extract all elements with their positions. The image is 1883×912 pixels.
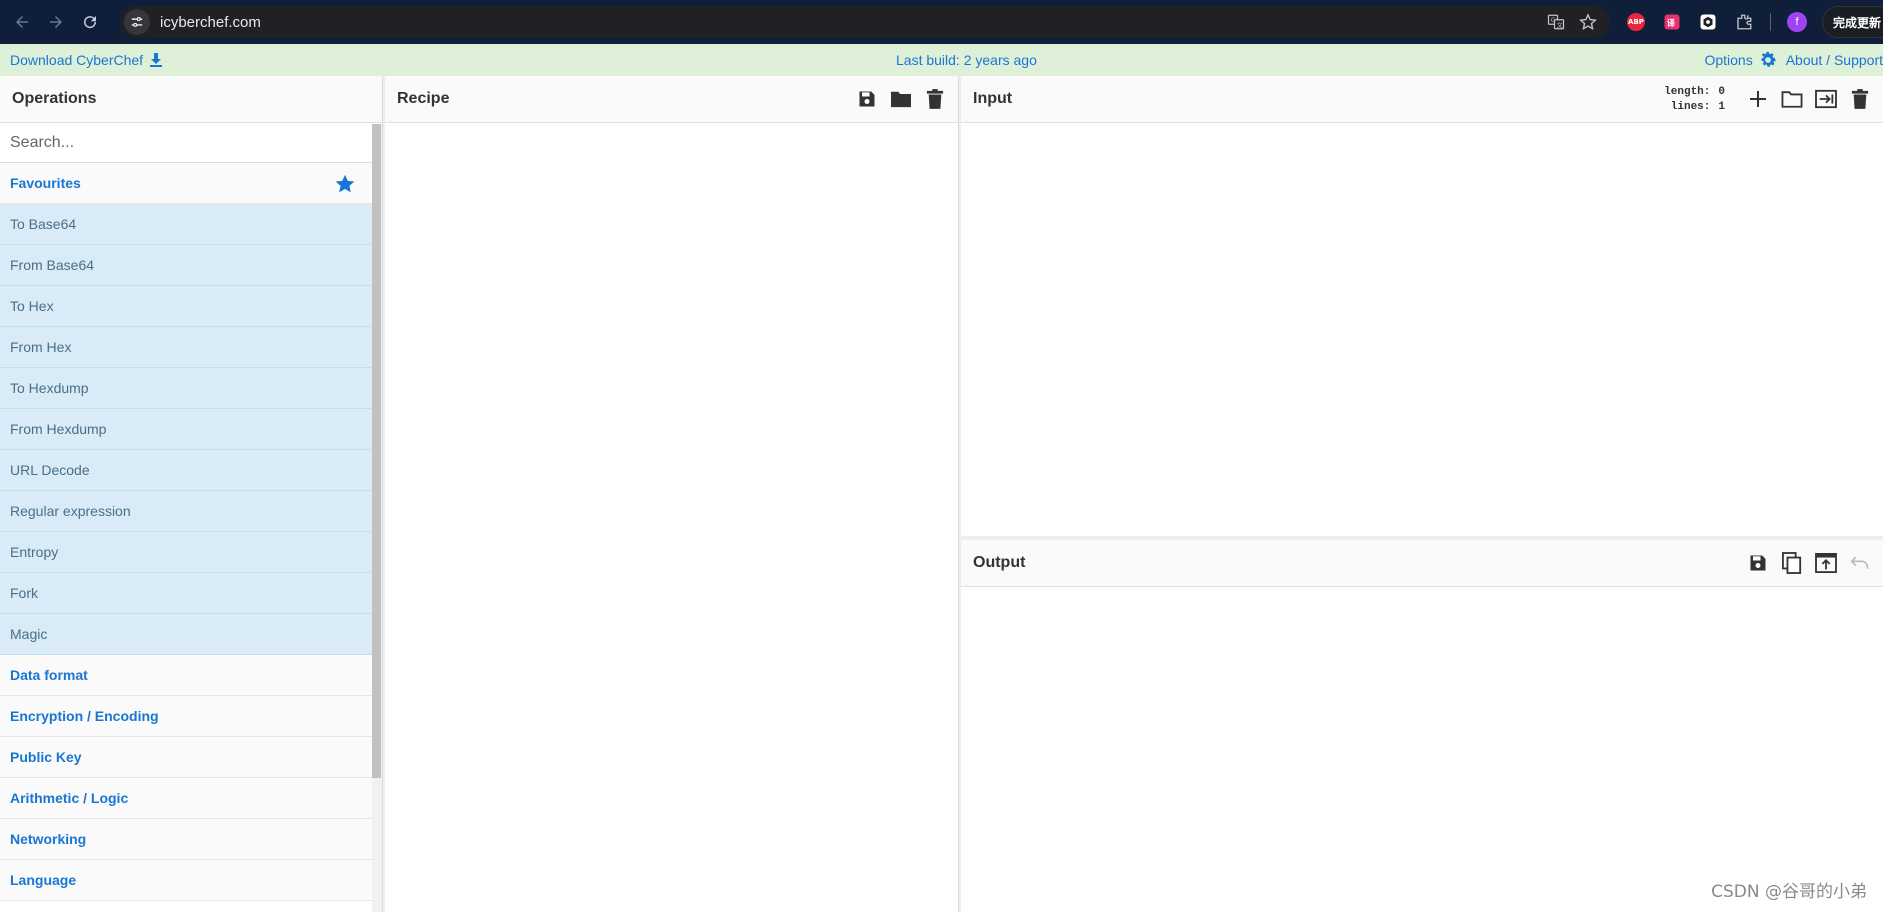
bookmark-star-icon[interactable] — [1576, 10, 1600, 34]
input-header: Input length: 0 lines: 1 — [961, 76, 1883, 123]
operations-title: Operations — [12, 90, 97, 107]
open-file-input-icon[interactable] — [1815, 88, 1837, 110]
reload-button[interactable] — [73, 5, 107, 39]
open-folder-icon[interactable] — [1781, 88, 1803, 110]
back-button[interactable] — [5, 5, 39, 39]
recipe-panel: Recipe — [385, 76, 959, 912]
add-tab-plus-icon[interactable] — [1747, 88, 1769, 110]
length-label: length: — [1664, 86, 1711, 98]
output-title: Output — [973, 554, 1026, 571]
operations-panel: Operations Favourites To Base64 From Bas… — [0, 76, 383, 912]
watermark-text: CSDN @谷哥的小弟 — [1711, 882, 1867, 902]
translate-extension-icon[interactable]: 译 — [1658, 8, 1686, 36]
svg-text:文: 文 — [1557, 21, 1563, 29]
address-bar[interactable]: icyberchef.com G文 — [120, 6, 1610, 38]
op-item[interactable]: To Base64 — [0, 204, 372, 245]
search-input[interactable] — [10, 133, 372, 152]
lines-label: lines: — [1670, 101, 1711, 113]
output-text-area — [961, 588, 1883, 912]
input-panel: Input length: 0 lines: 1 — [961, 76, 1883, 536]
translate-icon[interactable]: G文 — [1544, 10, 1568, 34]
output-header: Output — [961, 540, 1883, 587]
about-link[interactable]: About / Support — [1786, 52, 1883, 68]
arrow-right-icon — [50, 16, 62, 28]
operations-header: Operations — [0, 76, 382, 123]
category-label: Favourites — [10, 175, 81, 191]
length-value: 0 — [1718, 86, 1725, 98]
build-status: Last build: 2 years ago — [896, 52, 1037, 68]
recipe-title: Recipe — [397, 90, 450, 107]
load-recipe-folder-icon[interactable] — [890, 88, 912, 110]
category-language[interactable]: Language — [0, 860, 372, 901]
save-output-icon[interactable] — [1747, 552, 1769, 574]
category-networking[interactable]: Networking — [0, 819, 372, 860]
profile-avatar-button[interactable]: f — [1783, 8, 1811, 36]
op-item[interactable]: URL Decode — [0, 450, 372, 491]
extension-icon[interactable] — [1694, 8, 1722, 36]
category-favourites[interactable]: Favourites — [0, 163, 372, 204]
save-recipe-icon[interactable] — [856, 88, 878, 110]
svg-text:G: G — [1551, 17, 1556, 24]
svg-text:译: 译 — [1667, 18, 1676, 28]
category-encryption-encoding[interactable]: Encryption / Encoding — [0, 696, 372, 737]
lines-value: 1 — [1718, 101, 1725, 113]
op-item[interactable]: Fork — [0, 573, 372, 614]
forward-button[interactable] — [39, 5, 73, 39]
recipe-header: Recipe — [385, 76, 958, 123]
input-title: Input — [973, 90, 1013, 107]
extensions-puzzle-icon[interactable] — [1730, 8, 1758, 36]
op-item[interactable]: From Hex — [0, 327, 372, 368]
op-item[interactable]: Entropy — [0, 532, 372, 573]
arrow-left-icon — [16, 16, 28, 28]
op-item[interactable]: Magic — [0, 614, 372, 655]
search-box — [0, 123, 372, 163]
op-item[interactable]: Regular expression — [0, 491, 372, 532]
output-panel: Output — [961, 540, 1883, 912]
clear-recipe-trash-icon[interactable] — [924, 88, 946, 110]
options-link[interactable]: Options — [1704, 52, 1752, 68]
toolbar-separator — [1770, 13, 1771, 31]
category-arithmetic-logic[interactable]: Arithmetic / Logic — [0, 778, 372, 819]
download-link[interactable]: Download CyberChef — [10, 44, 163, 76]
download-icon — [150, 53, 163, 67]
reload-icon — [84, 16, 97, 29]
copy-output-icon[interactable] — [1781, 552, 1803, 574]
browser-toolbar: icyberchef.com G文 ABP 译 f 完成更新 — [0, 0, 1883, 44]
star-icon[interactable] — [334, 173, 356, 195]
replace-input-with-output-icon[interactable] — [1815, 552, 1837, 574]
op-item[interactable]: To Hexdump — [0, 368, 372, 409]
url-text: icyberchef.com — [160, 13, 261, 31]
adblock-extension-icon[interactable]: ABP — [1622, 8, 1650, 36]
op-item[interactable]: To Hex — [0, 286, 372, 327]
input-stats: length: 0 lines: 1 — [1664, 85, 1725, 115]
input-text-area[interactable] — [961, 124, 1883, 536]
op-item[interactable]: From Hexdump — [0, 409, 372, 450]
undo-icon[interactable] — [1849, 552, 1871, 574]
category-data-format[interactable]: Data format — [0, 655, 372, 696]
download-label: Download CyberChef — [10, 52, 144, 68]
gear-icon[interactable] — [1758, 50, 1778, 70]
category-public-key[interactable]: Public Key — [0, 737, 372, 778]
scrollbar-thumb[interactable] — [372, 124, 381, 778]
update-button[interactable]: 完成更新 — [1822, 6, 1883, 38]
top-banner: Download CyberChef Last build: 2 years a… — [0, 44, 1883, 76]
site-info-icon[interactable] — [124, 9, 150, 35]
clear-input-trash-icon[interactable] — [1849, 88, 1871, 110]
op-item[interactable]: From Base64 — [0, 245, 372, 286]
